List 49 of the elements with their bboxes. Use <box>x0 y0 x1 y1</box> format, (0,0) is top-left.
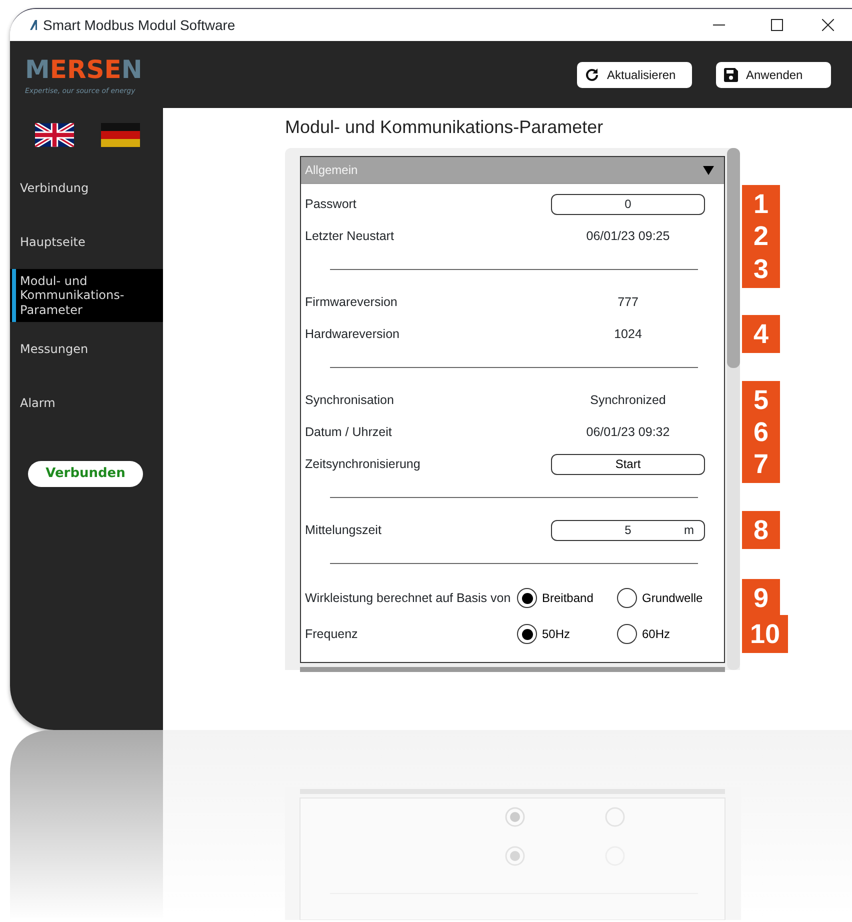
number-marker: 4 <box>742 315 780 353</box>
refresh-button[interactable]: Aktualisieren <box>577 62 692 88</box>
field-label: Synchronisation <box>305 392 395 409</box>
field-value: 06/01/23 09:32 <box>585 424 671 441</box>
uk-flag-icon[interactable] <box>35 122 74 146</box>
field-label: Datum / Uhrzeit <box>305 424 393 441</box>
field-label: Firmwareversion <box>305 294 398 311</box>
input-field[interactable]: 0 <box>551 194 705 214</box>
field-value: 1024 <box>613 326 643 343</box>
field-label: Zeitsynchronisierung <box>305 456 422 473</box>
sidebar-item[interactable]: Verbindung <box>10 161 163 215</box>
field-label: Frequenz <box>305 626 359 643</box>
scrollbar-thumb[interactable] <box>727 148 740 368</box>
radio-button[interactable]: 50Hz <box>517 624 617 644</box>
field-value: Synchronized <box>589 392 667 409</box>
maximize-icon <box>771 19 783 31</box>
sidebar-item[interactable]: Alarm <box>10 376 163 430</box>
sidebar-item[interactable]: Messungen <box>10 322 163 376</box>
field-label: Letzter Neustart <box>305 228 395 245</box>
field-label: Mittelungszeit <box>305 522 382 539</box>
german-flag-icon[interactable] <box>101 122 140 146</box>
number-marker: 10 <box>742 615 788 653</box>
radio-button[interactable]: Grundwelle <box>617 588 717 608</box>
start-button[interactable]: Start <box>551 454 705 474</box>
number-marker: 9 <box>742 579 780 617</box>
radio-button[interactable]: 60Hz <box>617 624 717 644</box>
field-value: 06/01/23 09:25 <box>585 228 671 245</box>
section-title: Allgemein <box>305 162 358 179</box>
input-field[interactable]: 5 m <box>551 520 705 540</box>
refresh-icon <box>585 68 599 82</box>
sidebar-item[interactable]: Modul- und Kommunikations-Parameter <box>10 269 163 322</box>
status-pill: Verbunden <box>28 461 143 487</box>
page-title: Modul- und Kommunikations-Parameter <box>285 116 604 138</box>
radio-button[interactable]: Breitband <box>517 588 617 608</box>
window-title: Smart Modbus Modul Software <box>43 16 236 34</box>
field-label: Hardwareversion <box>305 326 400 343</box>
sidebar-item[interactable]: Hauptseite <box>10 215 163 269</box>
collapse-triangle-icon <box>703 166 714 174</box>
save-icon <box>724 68 738 82</box>
number-marker: 8 <box>742 511 780 549</box>
close-icon <box>822 19 834 31</box>
unit-label: m <box>684 522 694 539</box>
field-label: Passwort <box>305 196 358 213</box>
minimize-icon <box>713 24 725 26</box>
logo-wordmark: MERSEN <box>25 54 142 86</box>
save-button[interactable]: Anwenden <box>716 62 831 88</box>
field-value: 777 <box>616 294 640 311</box>
field-label: Wirkleistung berechnet auf Basis von <box>305 590 512 607</box>
app-icon <box>29 20 39 30</box>
